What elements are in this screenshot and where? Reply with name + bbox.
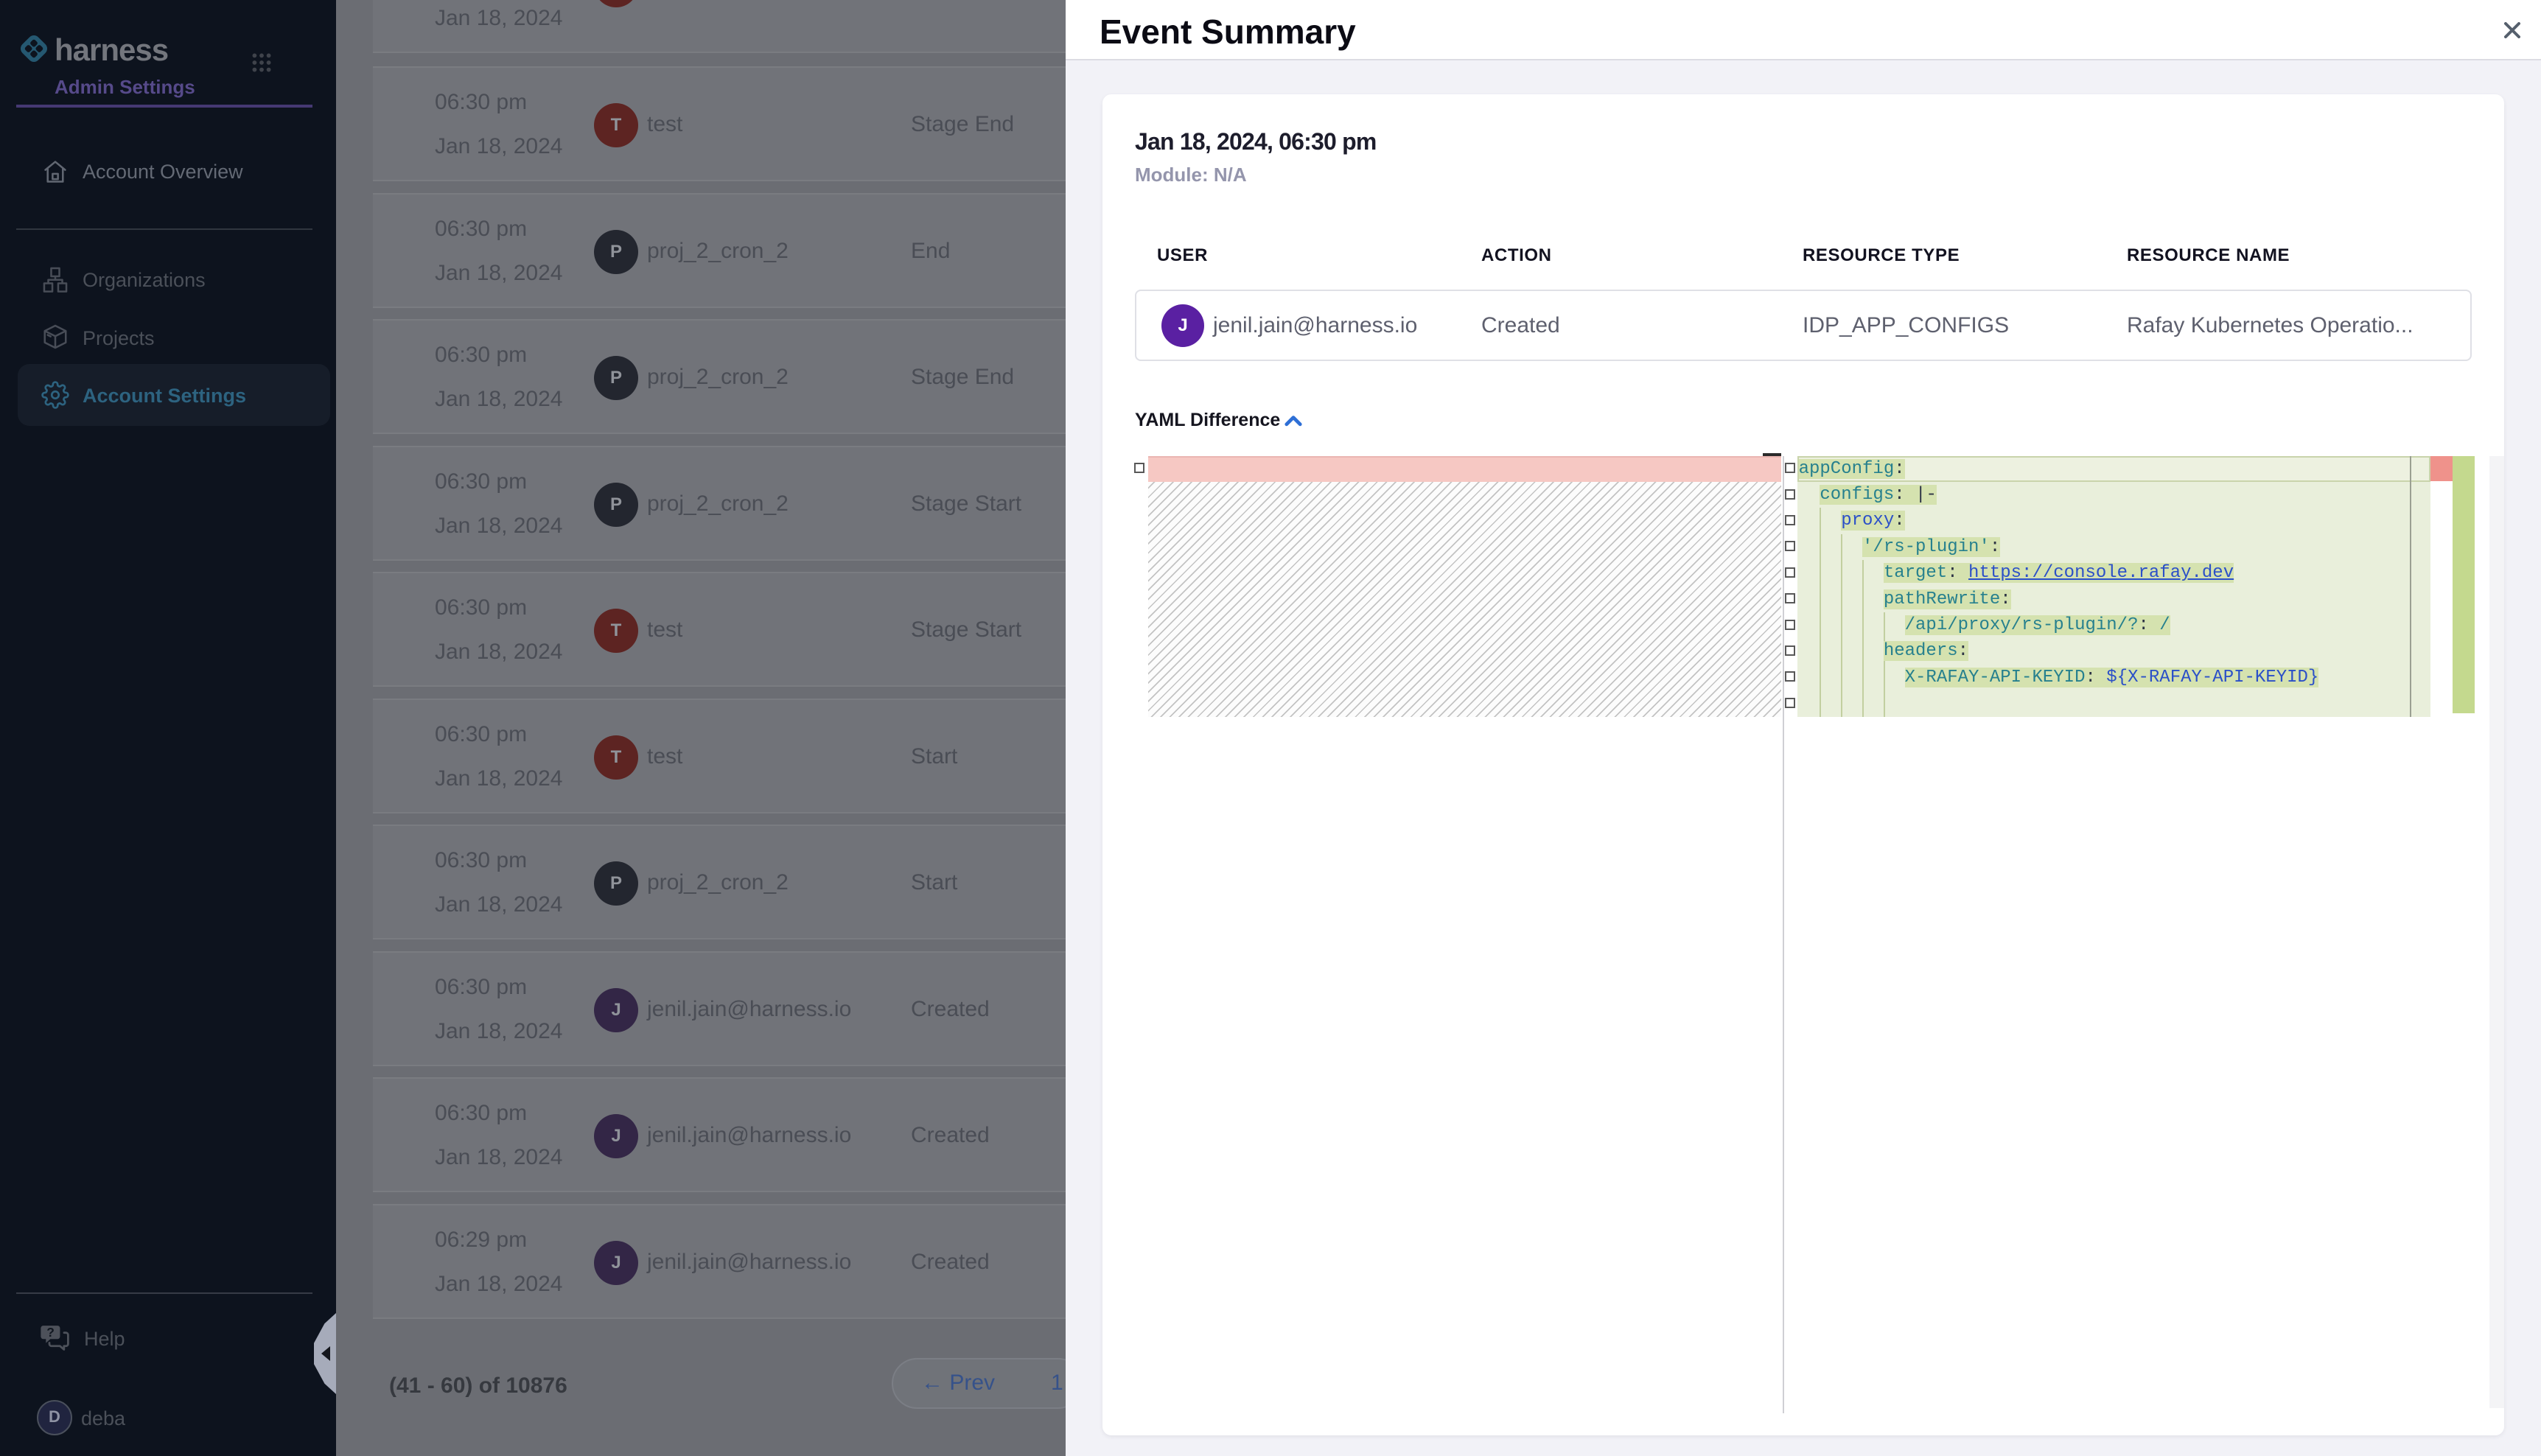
svg-text:?: ?: [46, 1325, 55, 1340]
